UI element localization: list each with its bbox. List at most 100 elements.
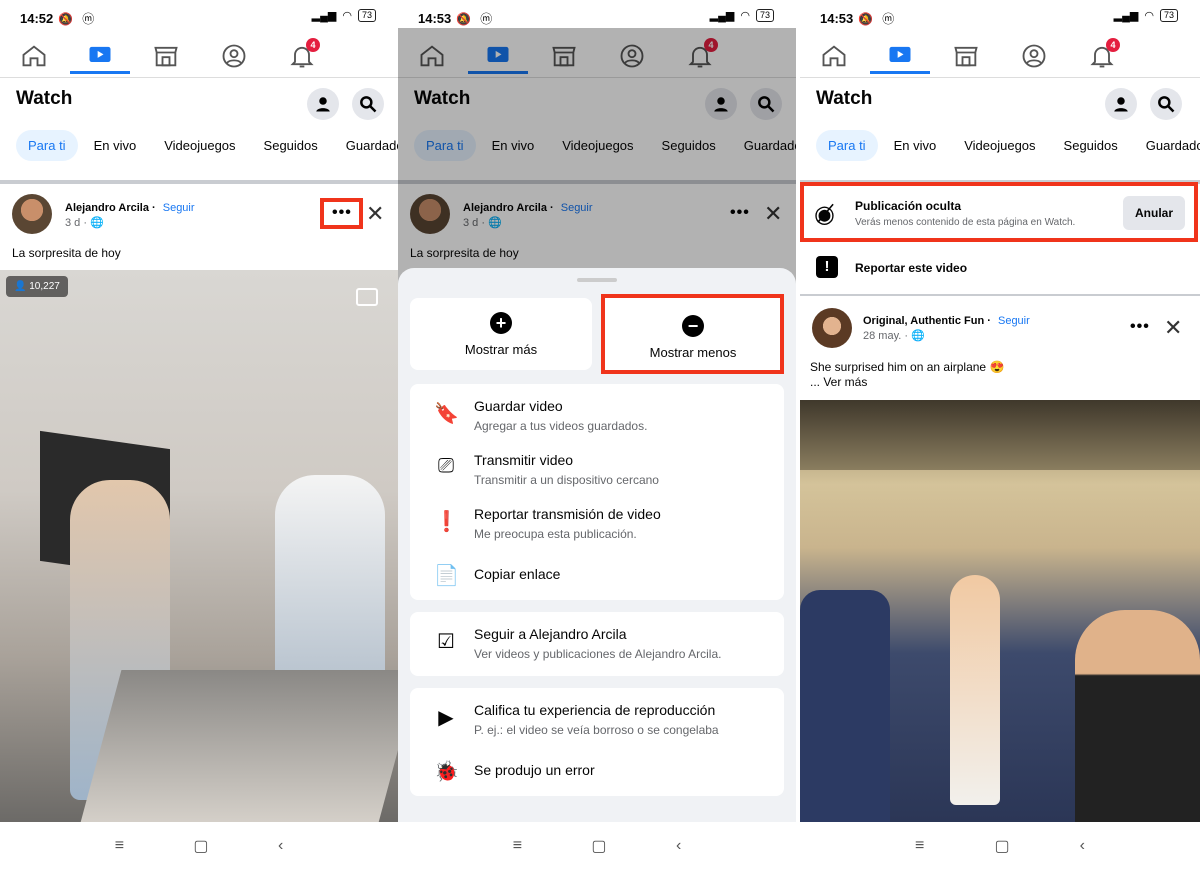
options-group: ☑ Seguir a Alejandro Arcila Ver videos y p… (410, 612, 784, 676)
seat (800, 590, 890, 822)
chip-videojuegos[interactable]: Videojuegos (952, 130, 1047, 161)
see-more-link[interactable]: ... Ver más (810, 375, 867, 389)
profile-icon[interactable] (214, 38, 254, 74)
notifications-icon[interactable]: 4 (1082, 38, 1122, 74)
chip-para-ti[interactable]: Para ti (816, 130, 878, 161)
dim-overlay[interactable] (398, 28, 796, 288)
menu-icon[interactable]: ≡ (115, 837, 124, 855)
highlight-box (320, 198, 363, 229)
highlight-box (601, 294, 784, 374)
person-figure (1075, 610, 1200, 822)
pip-icon[interactable] (356, 288, 378, 306)
marketplace-icon[interactable] (946, 38, 986, 74)
battery-icon: 73 (755, 9, 774, 22)
back-icon[interactable]: ‹ (676, 837, 681, 855)
watch-tab-icon[interactable] (870, 38, 930, 74)
chip-guardado[interactable]: Guardado (1134, 130, 1200, 161)
profile-icon[interactable] (1014, 38, 1054, 74)
watch-tab-icon[interactable] (70, 38, 130, 74)
menu-icon[interactable]: ≡ (513, 837, 522, 855)
divider (800, 294, 1200, 296)
highlight-box (800, 182, 1198, 242)
screen-1: 14:52 🔕 ⓜ ▂▄▆ ◠ 73 4 Watch Para ti En vivo… (0, 0, 398, 870)
clock: 14:52 (20, 11, 54, 26)
globe-icon: 🌐 (911, 330, 925, 342)
notifications-icon[interactable]: 4 (282, 38, 322, 74)
report-label: Reportar este video (855, 261, 968, 275)
category-chips: Para ti En vivo Videojuegos Seguidos Gua… (816, 130, 1200, 161)
chip-guardado[interactable]: Guardado (334, 130, 398, 161)
back-icon[interactable]: ‹ (1080, 837, 1085, 855)
video-player[interactable] (800, 400, 1200, 822)
screen-3: 14:53 🔕 ⓜ ▂▄▆ ◠ 73 4 Watch Para ti En vivo… (800, 0, 1200, 870)
post-text: She surprised him on an airplane 😍 (810, 360, 1005, 374)
home-icon[interactable] (814, 38, 854, 74)
signal-icon: ▂▄▆ (311, 10, 337, 22)
top-nav: 4 (0, 34, 398, 78)
back-icon[interactable]: ‹ (278, 837, 283, 855)
status-icons: 🔕 ⓜ (456, 12, 496, 26)
follow-link[interactable]: Seguir (998, 315, 1030, 327)
cast-icon: ⎚ (438, 455, 454, 477)
follow-icon: ☑ (437, 631, 455, 653)
post-author[interactable]: Original, Authentic Fun (863, 315, 984, 327)
bookmark-icon: 🔖 (434, 403, 459, 425)
report-icon: ! (816, 256, 838, 278)
marketplace-icon[interactable] (146, 38, 186, 74)
copy-icon: 📄 (434, 565, 459, 587)
wifi-icon: ◠ (342, 10, 352, 22)
avatar[interactable] (812, 308, 852, 348)
page-title: Watch (16, 88, 73, 109)
clock: 14:53 (418, 11, 452, 26)
post-text: La sorpresita de hoy (12, 246, 121, 260)
user-icon[interactable] (307, 88, 339, 120)
home-button-icon[interactable]: ▢ (994, 836, 1009, 856)
play-icon: ▶ (438, 707, 454, 729)
search-icon[interactable] (352, 88, 384, 120)
plus-icon: + (490, 311, 512, 334)
post-time: 28 may. · (863, 330, 909, 342)
home-button-icon[interactable]: ▢ (591, 836, 606, 856)
chip-seguidos[interactable]: Seguidos (1052, 130, 1130, 161)
chip-en-vivo[interactable]: En vivo (82, 130, 149, 161)
options-group: 🔖 Guardar video Agregar a tus videos guard… (410, 384, 784, 600)
battery-icon: 73 (1159, 9, 1178, 22)
battery-icon: 73 (357, 9, 376, 22)
status-bar: 14:52 🔕 ⓜ ▂▄▆ ◠ 73 (0, 0, 398, 34)
report-video-row[interactable]: ! Reportar este video (800, 246, 1200, 290)
options-group: ▶ Califica tu experiencia de reproducción… (410, 688, 784, 796)
bug-icon: 🐞 (434, 761, 459, 783)
status-icons: 🔕 ⓜ (858, 12, 898, 26)
user-icon[interactable] (1105, 88, 1137, 120)
category-chips: Para ti En vivo Videojuegos Seguidos Gua… (16, 130, 398, 161)
system-nav-bar: ≡ ▢ ‹ (398, 822, 796, 870)
home-icon[interactable] (14, 38, 54, 74)
cabin-ceiling (800, 400, 1200, 470)
chip-seguidos[interactable]: Seguidos (252, 130, 330, 161)
video-player[interactable]: 👤 10,227 (0, 270, 398, 822)
person-icon: 👤 (14, 281, 27, 292)
divider (0, 180, 398, 184)
home-button-icon[interactable]: ▢ (193, 836, 208, 856)
screen-2: 14:53 🔕 ⓜ ▂▄▆ ◠ 73 4 Watch Para ti En vivo… (398, 0, 796, 870)
chip-videojuegos[interactable]: Videojuegos (152, 130, 247, 161)
close-icon[interactable]: ✕ (366, 201, 384, 227)
more-options-icon[interactable]: ••• (1130, 318, 1150, 336)
viewer-count: 👤 10,227 (6, 276, 68, 297)
post-author[interactable]: Alejandro Arcila (65, 202, 149, 214)
post-time: 3 d · (65, 217, 88, 229)
menu-icon[interactable]: ≡ (915, 837, 924, 855)
chip-para-ti[interactable]: Para ti (16, 130, 78, 161)
close-icon[interactable]: ✕ (1164, 315, 1182, 341)
notification-badge: 4 (1106, 38, 1120, 52)
signal-icon: ▂▄▆ (1113, 10, 1139, 22)
bed (78, 670, 398, 822)
chip-en-vivo[interactable]: En vivo (882, 130, 949, 161)
avatar[interactable] (12, 194, 52, 234)
search-icon[interactable] (1150, 88, 1182, 120)
signal-icon: ▂▄▆ (709, 10, 735, 22)
wifi-icon: ◠ (740, 10, 750, 22)
sheet-handle[interactable] (577, 278, 617, 282)
follow-link[interactable]: Seguir (163, 202, 195, 214)
show-more-button[interactable]: + Mostrar más (410, 298, 592, 370)
